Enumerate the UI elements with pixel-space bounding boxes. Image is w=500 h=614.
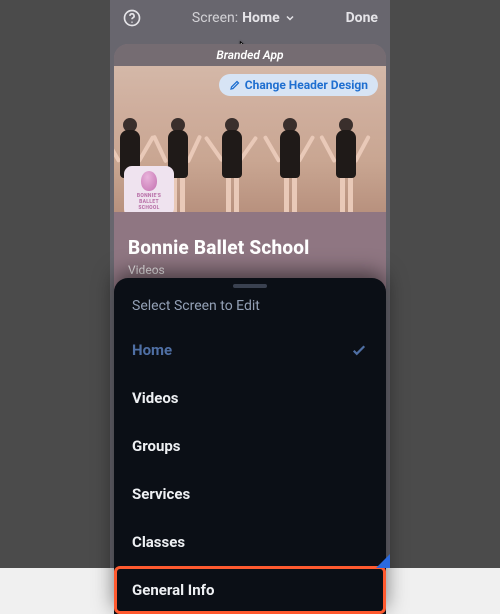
sheet-item-videos[interactable]: Videos [114,374,386,422]
sheet-item-label: General Info [132,581,214,599]
pencil-icon [229,79,241,91]
sheet-item-label: Home [132,341,172,359]
screen-selector[interactable]: Screen: Home [192,10,296,26]
top-bar: Screen: Home Done [110,0,390,36]
sheet-title: Select Screen to Edit [114,288,386,320]
change-header-label: Change Header Design [245,78,368,92]
card-titles: Bonnie Ballet School Videos [114,212,386,285]
screen-prefix: Screen: [192,10,238,26]
change-header-button[interactable]: Change Header Design [219,74,378,96]
sheet-item-groups[interactable]: Groups [114,422,386,470]
sheet-item-label: Services [132,485,190,503]
screen-value: Home [242,10,279,26]
card-title: Bonnie Ballet School [128,236,372,259]
sheet-item-label: Videos [132,389,179,407]
screen-select-sheet: Select Screen to Edit Home Videos Groups… [114,278,386,614]
done-button[interactable]: Done [346,10,378,26]
check-icon [350,341,368,359]
header-image: Change Header Design BONNIE'S BALLET SCH… [114,66,386,212]
sheet-item-services[interactable]: Services [114,470,386,518]
sheet-item-general-info[interactable]: General Info [114,566,386,614]
app-canvas: Screen: Home Done Branded App [0,0,500,568]
help-icon[interactable] [122,8,142,28]
resize-corner-icon[interactable] [376,554,390,568]
sheet-item-classes[interactable]: Classes [114,518,386,566]
sheet-item-home[interactable]: Home [114,326,386,374]
sheet-item-label: Groups [132,437,181,455]
school-logo: BONNIE'S BALLET SCHOOL [124,166,174,212]
sheet-item-label: Classes [132,533,185,551]
chevron-down-icon [284,12,296,24]
card-subtitle: Videos [128,263,372,277]
sheet-list: Home Videos Groups Services Classes Gene… [114,320,386,614]
banner-title: Branded App [114,44,386,66]
